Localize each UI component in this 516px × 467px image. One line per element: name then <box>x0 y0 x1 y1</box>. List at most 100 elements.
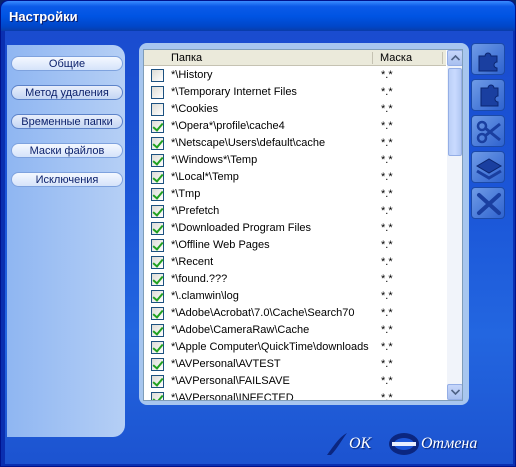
list-item[interactable]: *\Adobe\CameraRaw\Cache *.* <box>144 322 446 339</box>
window-title: Настройки <box>9 9 78 24</box>
list-rows: *\History *.* *\Temporary Internet Files *.… <box>144 67 446 401</box>
row-checkbox[interactable] <box>151 290 164 303</box>
nav-item-general[interactable]: Общие <box>11 56 123 71</box>
file-mask: *.* <box>381 222 393 234</box>
row-checkbox[interactable] <box>151 392 164 400</box>
nav-item-delete-method[interactable]: Метод удаления <box>11 85 123 100</box>
file-mask: *.* <box>381 205 393 217</box>
row-checkbox[interactable] <box>151 324 164 337</box>
column-separator[interactable] <box>372 52 373 64</box>
folder-path: *\Prefetch <box>171 205 220 217</box>
folder-path: *\Recent <box>171 256 214 268</box>
edit-button[interactable] <box>471 79 505 111</box>
scroll-down-button[interactable] <box>447 384 462 400</box>
nav-item-label: Общие <box>48 57 86 70</box>
file-mask: *.* <box>381 69 393 81</box>
list-item[interactable]: *\Apple Computer\QuickTime\downloads *.* <box>144 339 446 356</box>
list-item[interactable]: *\Windows*\Temp *.* <box>144 152 446 169</box>
cancel-ring-icon <box>389 433 419 455</box>
client-area: Общие Метод удаления Временные папки Мас… <box>5 31 513 464</box>
column-header-folder[interactable]: Папка <box>171 52 202 64</box>
nav-item-temp-folders[interactable]: Временные папки <box>11 114 123 129</box>
title-bar[interactable]: Настройки <box>1 1 515 31</box>
file-mask: *.* <box>381 86 393 98</box>
list-item[interactable]: *\Recent *.* <box>144 254 446 271</box>
list-item[interactable]: *\found.??? *.* <box>144 271 446 288</box>
list-item[interactable]: *\Adobe\Acrobat\7.0\Cache\Search70 *.* <box>144 305 446 322</box>
column-header-mask[interactable]: Маска <box>380 52 412 64</box>
nav-item-file-masks[interactable]: Маски файлов <box>11 143 123 158</box>
row-checkbox[interactable] <box>151 86 164 99</box>
row-checkbox[interactable] <box>151 69 164 82</box>
folder-path: *\History <box>171 69 213 81</box>
folder-path: *\found.??? <box>171 273 228 285</box>
row-checkbox[interactable] <box>151 171 164 184</box>
list-item[interactable]: *\Offline Web Pages *.* <box>144 237 446 254</box>
cancel-button[interactable]: Отмена <box>387 431 477 457</box>
row-checkbox[interactable] <box>151 358 164 371</box>
folder-list[interactable]: Папка Маска *\History *.* *\Temporary Inte… <box>143 49 463 401</box>
file-mask: *.* <box>381 392 393 401</box>
list-item[interactable]: *\Downloaded Program Files *.* <box>144 220 446 237</box>
list-item[interactable]: *\Opera*\profile\cache4 *.* <box>144 118 446 135</box>
row-checkbox[interactable] <box>151 205 164 218</box>
add-button[interactable] <box>471 43 505 75</box>
folder-path: *\Windows*\Temp <box>171 154 258 166</box>
row-checkbox[interactable] <box>151 375 164 388</box>
file-mask: *.* <box>381 358 393 370</box>
footer-bar: OK Отмена <box>5 427 513 464</box>
file-mask: *.* <box>381 375 393 387</box>
puzzle-edit-icon <box>480 84 499 107</box>
vertical-scrollbar[interactable] <box>447 50 462 400</box>
list-header: Папка Маска <box>144 50 446 66</box>
file-mask: *.* <box>381 171 393 183</box>
folder-path: *\.clamwin\log <box>171 290 239 302</box>
folder-path: *\Adobe\CameraRaw\Cache <box>171 324 310 336</box>
row-checkbox[interactable] <box>151 256 164 269</box>
list-item[interactable]: *\AVPersonal\AVTEST *.* <box>144 356 446 373</box>
row-checkbox[interactable] <box>151 222 164 235</box>
folder-path: *\AVPersonal\AVTEST <box>171 358 281 370</box>
folder-path: *\Downloaded Program Files <box>171 222 312 234</box>
nav-item-label: Метод удаления <box>25 86 109 99</box>
chevron-down-icon <box>450 389 460 395</box>
folder-path: *\Apple Computer\QuickTime\downloads <box>171 341 369 353</box>
row-checkbox[interactable] <box>151 307 164 320</box>
file-mask: *.* <box>381 103 393 115</box>
row-checkbox[interactable] <box>151 341 164 354</box>
list-item[interactable]: *\Prefetch *.* <box>144 203 446 220</box>
list-item[interactable]: *\Tmp *.* <box>144 186 446 203</box>
row-checkbox[interactable] <box>151 188 164 201</box>
list-item[interactable]: *\Temporary Internet Files *.* <box>144 84 446 101</box>
puzzle-add-icon <box>478 52 498 72</box>
row-checkbox[interactable] <box>151 273 164 286</box>
scroll-thumb[interactable] <box>448 68 462 156</box>
nav-item-label: Исключения <box>35 173 99 186</box>
list-item[interactable]: *\Cookies *.* <box>144 101 446 118</box>
folder-path: *\Tmp <box>171 188 201 200</box>
row-checkbox[interactable] <box>151 154 164 167</box>
scroll-up-button[interactable] <box>447 50 462 66</box>
folder-path: *\Opera*\profile\cache4 <box>171 120 285 132</box>
column-separator[interactable] <box>442 52 443 64</box>
file-mask: *.* <box>381 273 393 285</box>
cut-button[interactable] <box>471 115 505 147</box>
list-item[interactable]: *\.clamwin\log *.* <box>144 288 446 305</box>
file-mask: *.* <box>381 341 393 353</box>
row-checkbox[interactable] <box>151 120 164 133</box>
list-item[interactable]: *\Local*\Temp *.* <box>144 169 446 186</box>
list-item[interactable]: *\Netscape\Users\default\cache *.* <box>144 135 446 152</box>
row-checkbox[interactable] <box>151 137 164 150</box>
list-item[interactable]: *\AVPersonal\FAILSAVE *.* <box>144 373 446 390</box>
settings-window: Настройки Общие Метод удаления Временные… <box>0 0 516 467</box>
layers-button[interactable] <box>471 151 505 183</box>
list-item[interactable]: *\AVPersonal\INFECTED *.* <box>144 390 446 401</box>
row-checkbox[interactable] <box>151 239 164 252</box>
row-checkbox[interactable] <box>151 103 164 116</box>
delete-button[interactable] <box>471 187 505 219</box>
file-mask: *.* <box>381 324 393 336</box>
nav-item-exclusions[interactable]: Исключения <box>11 172 123 187</box>
list-item[interactable]: *\History *.* <box>144 67 446 84</box>
folder-path: *\Cookies <box>171 103 219 115</box>
ok-button[interactable]: OK <box>325 431 371 457</box>
